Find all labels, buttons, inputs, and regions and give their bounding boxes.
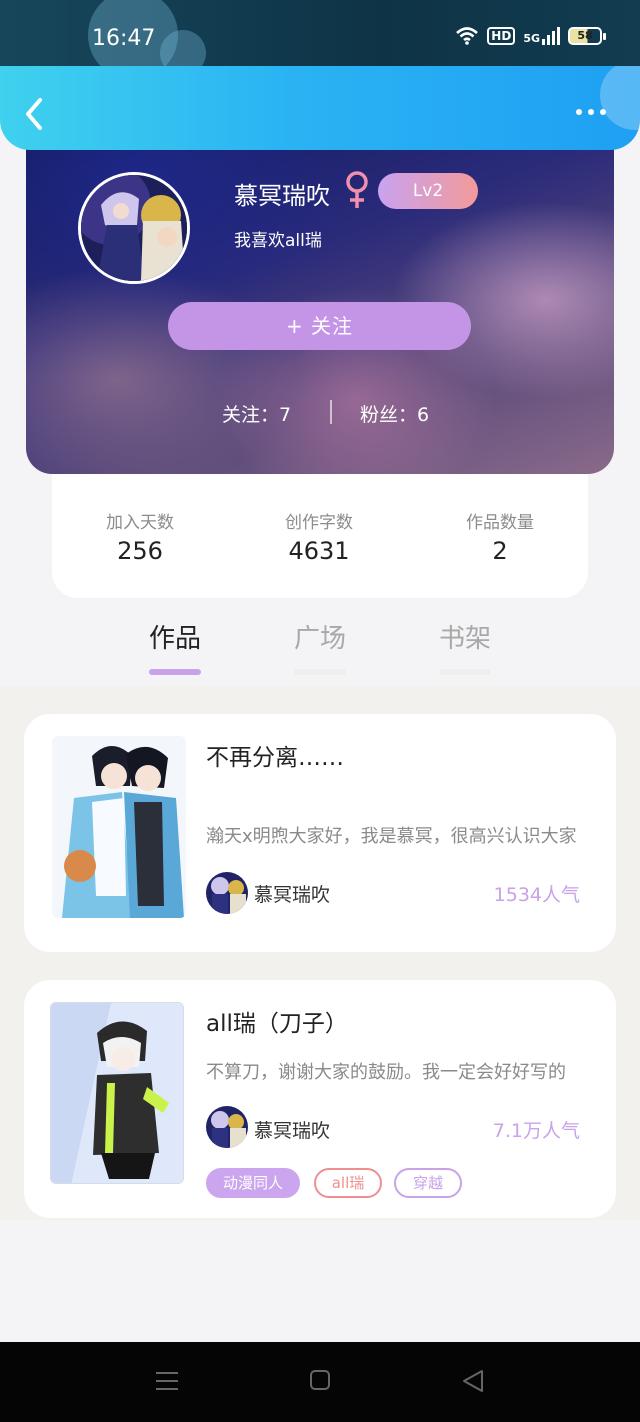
user-bio: 我喜欢all瑞 xyxy=(234,231,322,251)
level-badge: Lv2 xyxy=(378,173,478,209)
status-time: 16:47 xyxy=(92,26,156,51)
tab-square[interactable]: 广场 xyxy=(270,618,370,675)
more-dot xyxy=(588,109,594,115)
more-button[interactable] xyxy=(576,106,612,118)
work-title: 不再分离…… xyxy=(206,745,344,771)
author-avatar-illustration xyxy=(206,872,248,914)
more-dots-icon xyxy=(576,109,582,115)
stat-value: 256 xyxy=(117,537,163,565)
fans-count[interactable]: 粉丝：6 xyxy=(360,400,429,427)
system-nav-bar xyxy=(0,1342,640,1422)
avatar[interactable] xyxy=(78,172,190,284)
female-icon xyxy=(346,171,368,208)
tab-indicator xyxy=(439,669,491,675)
author-avatar[interactable] xyxy=(206,872,248,914)
battery-icon: 58 xyxy=(568,27,606,45)
work-cover[interactable] xyxy=(52,736,186,918)
author-name: 慕冥瑞吹 xyxy=(254,884,331,906)
stat-label: 加入天数 xyxy=(106,513,174,533)
status-icons: HD 5G 58 xyxy=(455,26,606,46)
tab-indicator xyxy=(294,669,346,675)
back-triangle-icon[interactable] xyxy=(460,1368,486,1394)
author-name: 慕冥瑞吹 xyxy=(254,1120,331,1142)
menu-icon[interactable] xyxy=(154,1368,180,1394)
stat-value: 2 xyxy=(492,537,508,565)
stat-value: 4631 xyxy=(288,537,350,565)
cover-illustration xyxy=(52,736,186,918)
popularity-count: 1534人气 xyxy=(493,884,580,906)
signal-icon: 5G xyxy=(523,27,560,45)
tab-indicator xyxy=(149,669,201,675)
tag-all-rui[interactable]: all瑞 xyxy=(314,1168,382,1198)
home-square-icon[interactable] xyxy=(308,1368,332,1392)
tab-bookshelf[interactable]: 书架 xyxy=(415,618,515,675)
following-count[interactable]: 关注：7 xyxy=(222,400,291,427)
stat-work-count: 作品数量 2 xyxy=(420,508,580,565)
tag-anime-fanfic[interactable]: 动漫同人 xyxy=(206,1168,300,1198)
tag-time-travel[interactable]: 穿越 xyxy=(394,1168,462,1198)
stats-card: 加入天数 256 创作字数 4631 作品数量 2 xyxy=(52,474,588,598)
follow-button[interactable]: + 关注 xyxy=(168,302,471,350)
work-title: all瑞（刀子） xyxy=(206,1011,348,1037)
work-description: 瀚天x明煦大家好，我是慕冥，很高兴认识大家 xyxy=(206,826,577,847)
network-type: 5G xyxy=(523,32,540,45)
stat-join-days: 加入天数 256 xyxy=(60,508,220,565)
chevron-left-icon xyxy=(26,98,42,130)
avatar-illustration xyxy=(81,175,187,281)
tab-works[interactable]: 作品 xyxy=(125,618,225,675)
header-decoration xyxy=(600,66,640,130)
work-cover[interactable] xyxy=(50,1002,184,1184)
work-card[interactable]: 不再分离…… 瀚天x明煦大家好，我是慕冥，很高兴认识大家 慕冥瑞吹 1534人气 xyxy=(24,714,616,952)
tab-label: 广场 xyxy=(293,624,346,654)
work-card[interactable]: all瑞（刀子） 不算刀，谢谢大家的鼓励。我一定会好好写的 慕冥瑞吹 7.1万人… xyxy=(24,980,616,1218)
cover-illustration xyxy=(51,1003,183,1183)
content-tabs: 作品 广场 书架 xyxy=(0,612,640,686)
divider xyxy=(330,400,332,424)
profile-card: 慕冥瑞吹 Lv2 我喜欢all瑞 + 关注 关注：7 粉丝：6 xyxy=(26,120,614,474)
author-avatar-illustration xyxy=(206,1106,248,1148)
stat-label: 创作字数 xyxy=(285,513,353,533)
tab-label: 作品 xyxy=(148,624,201,654)
work-description: 不算刀，谢谢大家的鼓励。我一定会好好写的 xyxy=(206,1062,566,1083)
stat-word-count: 创作字数 4631 xyxy=(239,508,399,565)
back-button[interactable] xyxy=(20,94,50,134)
hd-badge: HD xyxy=(487,27,516,45)
status-bar: 16:47 HD 5G 58 xyxy=(0,0,640,80)
top-header xyxy=(0,66,640,150)
more-dot xyxy=(600,109,606,115)
username: 慕冥瑞吹 xyxy=(234,182,330,210)
stat-label: 作品数量 xyxy=(466,513,534,533)
tab-label: 书架 xyxy=(438,624,491,654)
popularity-count: 7.1万人气 xyxy=(492,1120,580,1142)
wifi-icon xyxy=(456,27,479,45)
author-avatar[interactable] xyxy=(206,1106,248,1148)
